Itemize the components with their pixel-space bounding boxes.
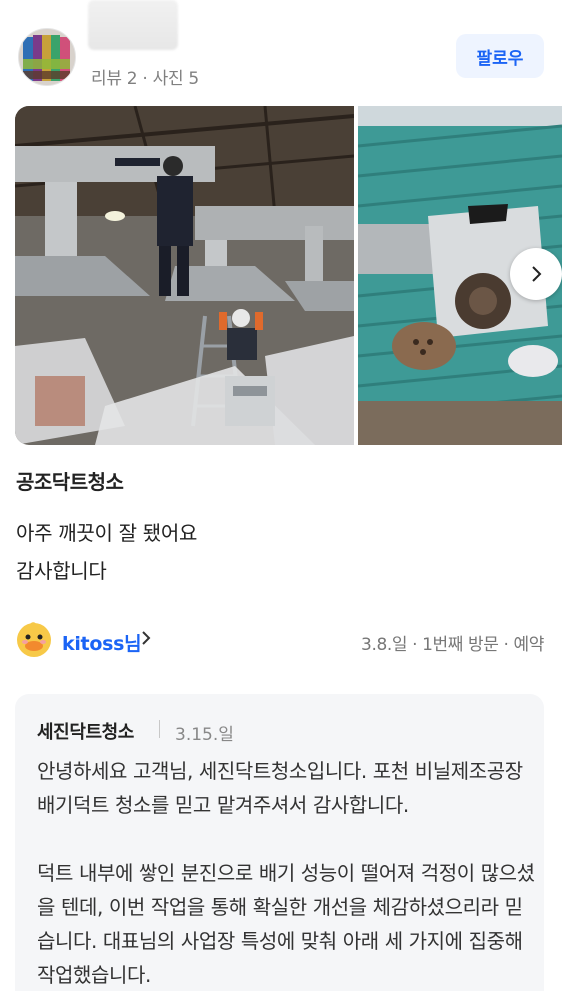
reviewer-row: kitoss님 3.8.일 · 1번째 방문 · 예약 — [16, 620, 544, 660]
review-photo-1[interactable] — [15, 106, 354, 445]
reply-business-name: 세진닥트청소 — [37, 722, 134, 743]
profile-meta: 리뷰 2 · 사진 5 — [91, 69, 199, 89]
reply-divider — [159, 720, 160, 738]
chevron-right-icon[interactable] — [140, 628, 152, 653]
reviewer-meta: 3.8.일 · 1번째 방문 · 예약 — [361, 635, 544, 655]
review-body-line: 감사합니다 — [16, 559, 107, 583]
profile-avatar[interactable] — [18, 28, 76, 86]
reviewer-name-suffix[interactable]: 님 — [124, 633, 141, 655]
reply-text: 안녕하세요 고객님, 세진닥트청소입니다. 포천 비닐제조공장 배기덕트 청소를… — [37, 759, 535, 987]
follow-button[interactable]: 팔로우 — [456, 34, 544, 78]
reply-date: 3.15.일 — [175, 725, 234, 745]
reviewer-name[interactable]: kitoss — [62, 633, 124, 655]
review-header: 리뷰 2 · 사진 5 팔로우 — [18, 0, 544, 89]
owner-reply: 세진닥트청소 3.15.일 안녕하세요 고객님, 세진닥트청소입니다. 포천 비… — [15, 694, 544, 991]
blurred-username — [88, 0, 178, 50]
reviewer-name-link[interactable]: kitoss님 — [62, 629, 142, 656]
review-body: 아주 깨끗이 잘 됐어요 감사합니다 — [16, 514, 197, 590]
photo-gallery[interactable] — [15, 106, 562, 445]
chevron-right-icon — [532, 266, 542, 282]
duck-emoji-icon[interactable] — [16, 622, 52, 658]
review-title: 공조닥트청소 — [16, 470, 124, 494]
gallery-next-button[interactable] — [510, 248, 562, 300]
review-body-line: 아주 깨끗이 잘 됐어요 — [16, 521, 198, 545]
